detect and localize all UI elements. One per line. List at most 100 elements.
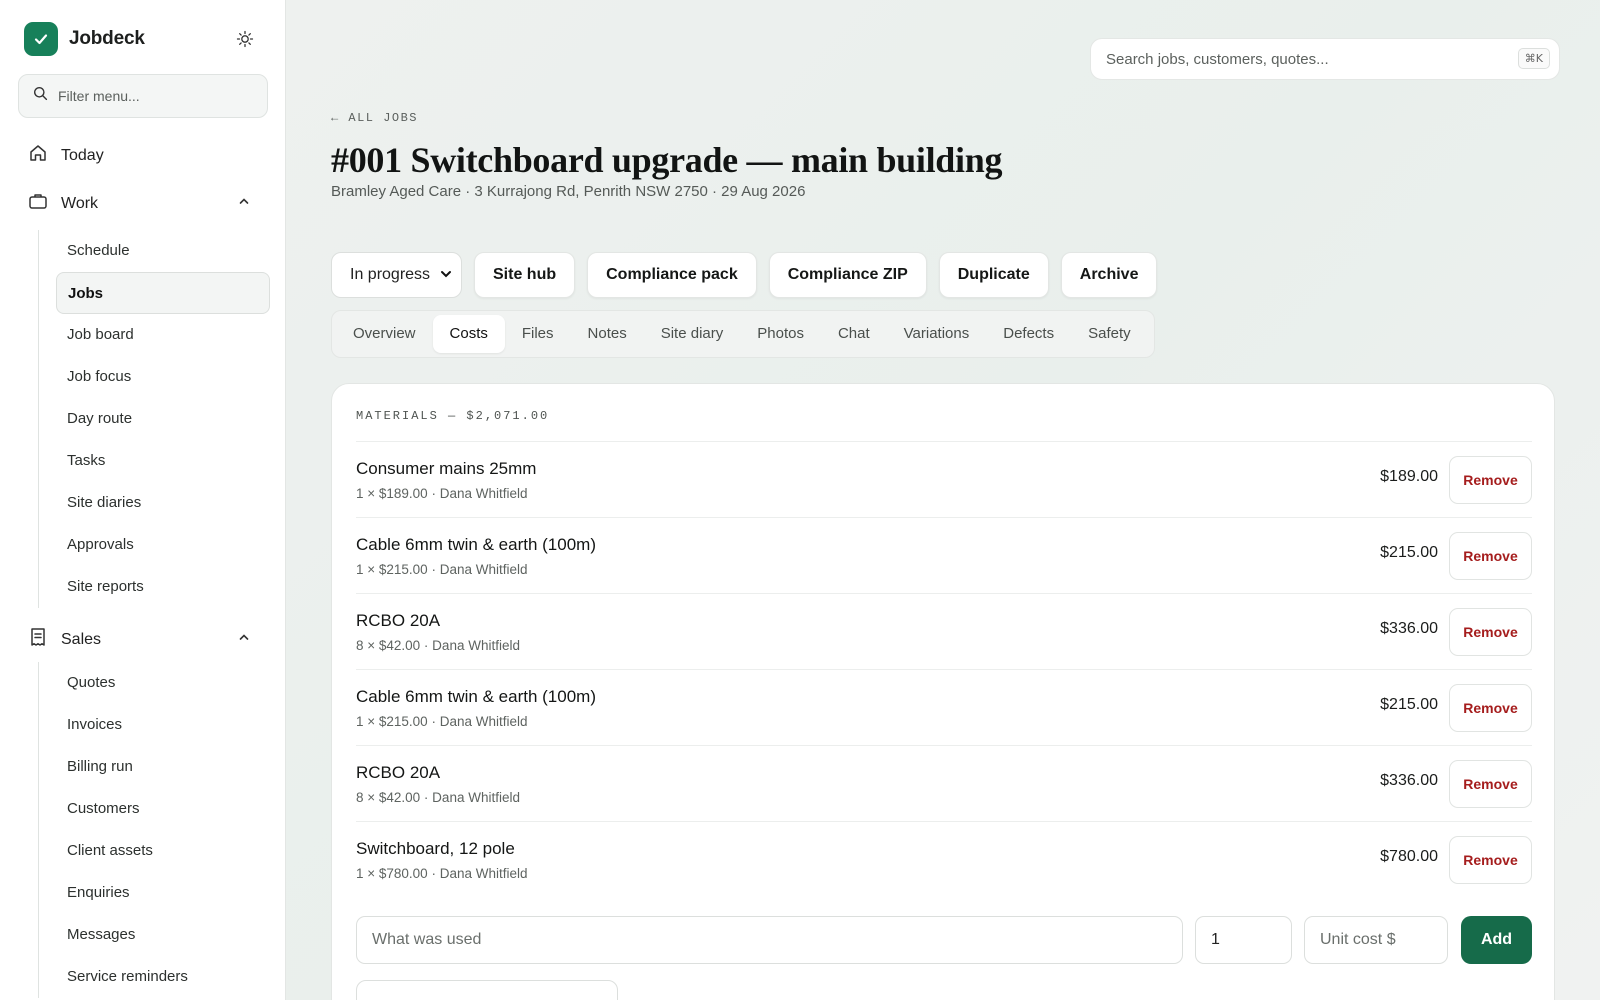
home-icon bbox=[28, 143, 48, 168]
compliance-zip-button[interactable]: Compliance ZIP bbox=[768, 252, 927, 298]
status-value: In progress bbox=[350, 266, 431, 283]
material-row: Switchboard, 12 pole 1 × $780.00 · Dana … bbox=[356, 822, 1532, 898]
sidebar-item-site-reports[interactable]: Site reports bbox=[38, 566, 270, 608]
receipt-icon bbox=[28, 627, 48, 652]
global-search: ⌘K bbox=[1090, 38, 1560, 80]
material-amount: $780.00 bbox=[1380, 848, 1438, 865]
sidebar-item-billing-run[interactable]: Billing run bbox=[38, 746, 270, 788]
material-meta: 1 × $215.00 · Dana Whitfield bbox=[356, 562, 528, 577]
sidebar-item-job-board[interactable]: Job board bbox=[38, 314, 270, 356]
material-meta: 8 × $42.00 · Dana Whitfield bbox=[356, 638, 520, 653]
remove-button[interactable]: Remove bbox=[1449, 684, 1532, 732]
sidebar-item-quotes[interactable]: Quotes bbox=[38, 662, 270, 704]
tab-notes[interactable]: Notes bbox=[571, 315, 644, 353]
sidebar-item-enquiries[interactable]: Enquiries bbox=[38, 872, 270, 914]
material-name: Cable 6mm twin & earth (100m) bbox=[356, 687, 596, 706]
compliance-pack-button[interactable]: Compliance pack bbox=[587, 252, 757, 298]
tab-safety[interactable]: Safety bbox=[1071, 315, 1148, 353]
job-tabs: Overview Costs Files Notes Site diary Ph… bbox=[331, 310, 1155, 358]
material-amount: $189.00 bbox=[1380, 468, 1438, 485]
materials-heading: MATERIALS — $2,071.00 bbox=[356, 409, 550, 423]
sales-subnav: Quotes Invoices Billing run Customers Cl… bbox=[38, 662, 270, 998]
material-meta: 1 × $215.00 · Dana Whitfield bbox=[356, 714, 528, 729]
materials-card: MATERIALS — $2,071.00 Consumer mains 25m… bbox=[331, 383, 1555, 1000]
unit-cost-input[interactable] bbox=[1304, 916, 1448, 964]
add-material-button[interactable]: Add bbox=[1461, 916, 1532, 964]
chevron-up-icon[interactable] bbox=[238, 630, 250, 648]
tab-costs[interactable]: Costs bbox=[432, 315, 505, 353]
page-title: #001 Switchboard upgrade — main building bbox=[331, 140, 1003, 180]
duplicate-button[interactable]: Duplicate bbox=[938, 252, 1049, 298]
back-to-all-jobs-link[interactable]: ← ALL JOBS bbox=[331, 111, 418, 125]
what-was-used-input[interactable] bbox=[356, 916, 1183, 964]
tab-overview[interactable]: Overview bbox=[336, 315, 433, 353]
material-meta: 1 × $780.00 · Dana Whitfield bbox=[356, 866, 528, 881]
material-row: Consumer mains 25mm 1 × $189.00 · Dana W… bbox=[356, 442, 1532, 518]
tab-files[interactable]: Files bbox=[505, 315, 571, 353]
nav-work[interactable]: Work bbox=[28, 191, 249, 216]
material-amount: $336.00 bbox=[1380, 772, 1438, 789]
material-name: RCBO 20A bbox=[356, 611, 441, 630]
nav-today[interactable]: Today bbox=[28, 143, 104, 168]
tab-chat[interactable]: Chat bbox=[821, 315, 887, 353]
secondary-add-button[interactable] bbox=[356, 980, 618, 1000]
briefcase-icon bbox=[28, 191, 48, 216]
sun-icon[interactable] bbox=[234, 28, 256, 50]
remove-button[interactable]: Remove bbox=[1449, 836, 1532, 884]
sidebar-item-invoices[interactable]: Invoices bbox=[38, 704, 270, 746]
work-subnav: Schedule Jobs Job board Job focus Day ro… bbox=[38, 230, 270, 608]
material-row: RCBO 20A 8 × $42.00 · Dana Whitfield $33… bbox=[356, 746, 1532, 822]
material-name: Consumer mains 25mm bbox=[356, 459, 537, 478]
sidebar-item-day-route[interactable]: Day route bbox=[38, 398, 270, 440]
nav-work-label: Work bbox=[61, 194, 99, 212]
tab-photos[interactable]: Photos bbox=[740, 315, 821, 353]
material-amount: $215.00 bbox=[1380, 544, 1438, 561]
material-name: Switchboard, 12 pole bbox=[356, 839, 515, 858]
tab-site-diary[interactable]: Site diary bbox=[644, 315, 741, 353]
sidebar-item-service-reminders[interactable]: Service reminders bbox=[38, 956, 270, 998]
sidebar-item-site-diaries[interactable]: Site diaries bbox=[38, 482, 270, 524]
filter-menu-input[interactable] bbox=[58, 88, 248, 104]
sidebar-item-tasks[interactable]: Tasks bbox=[38, 440, 270, 482]
tab-defects[interactable]: Defects bbox=[986, 315, 1071, 353]
filter-menu-field bbox=[18, 74, 268, 118]
chevron-up-icon[interactable] bbox=[238, 194, 250, 212]
shortcut-hint: ⌘K bbox=[1517, 48, 1550, 69]
brand[interactable]: Jobdeck bbox=[24, 22, 145, 56]
status-select[interactable]: In progress bbox=[331, 252, 462, 298]
check-icon bbox=[24, 22, 58, 56]
nav-sales[interactable]: Sales bbox=[28, 627, 249, 652]
search-icon bbox=[33, 86, 48, 106]
sidebar-item-job-focus[interactable]: Job focus bbox=[38, 356, 270, 398]
archive-button[interactable]: Archive bbox=[1060, 252, 1158, 298]
remove-button[interactable]: Remove bbox=[1449, 456, 1532, 504]
material-amount: $215.00 bbox=[1380, 696, 1438, 713]
sidebar-item-customers[interactable]: Customers bbox=[38, 788, 270, 830]
nav-today-label: Today bbox=[61, 146, 104, 164]
chevron-down-icon bbox=[439, 267, 453, 286]
remove-button[interactable]: Remove bbox=[1449, 760, 1532, 808]
global-search-input[interactable] bbox=[1106, 50, 1486, 68]
job-actions: In progress Site hub Compliance pack Com… bbox=[331, 252, 1169, 298]
sidebar-item-client-assets[interactable]: Client assets bbox=[38, 830, 270, 872]
main-content: ⌘K ← ALL JOBS #001 Switchboard upgrade —… bbox=[286, 0, 1600, 1000]
material-name: RCBO 20A bbox=[356, 763, 441, 782]
site-hub-button[interactable]: Site hub bbox=[474, 252, 576, 298]
material-amount: $336.00 bbox=[1380, 620, 1438, 637]
tab-variations[interactable]: Variations bbox=[887, 315, 987, 353]
sidebar-item-messages[interactable]: Messages bbox=[38, 914, 270, 956]
sidebar-item-approvals[interactable]: Approvals bbox=[38, 524, 270, 566]
material-row: Cable 6mm twin & earth (100m) 1 × $215.0… bbox=[356, 670, 1532, 746]
job-subtitle: Bramley Aged Care · 3 Kurrajong Rd, Penr… bbox=[331, 183, 806, 200]
sidebar-item-schedule[interactable]: Schedule bbox=[38, 230, 270, 272]
app-name: Jobdeck bbox=[69, 28, 145, 49]
remove-button[interactable]: Remove bbox=[1449, 608, 1532, 656]
add-material-form: Add bbox=[356, 916, 1532, 964]
material-name: Cable 6mm twin & earth (100m) bbox=[356, 535, 596, 554]
sidebar-item-jobs[interactable]: Jobs bbox=[56, 272, 270, 314]
material-meta: 8 × $42.00 · Dana Whitfield bbox=[356, 790, 520, 805]
material-row: Cable 6mm twin & earth (100m) 1 × $215.0… bbox=[356, 518, 1532, 594]
remove-button[interactable]: Remove bbox=[1449, 532, 1532, 580]
material-meta: 1 × $189.00 · Dana Whitfield bbox=[356, 486, 528, 501]
quantity-input[interactable] bbox=[1195, 916, 1292, 964]
